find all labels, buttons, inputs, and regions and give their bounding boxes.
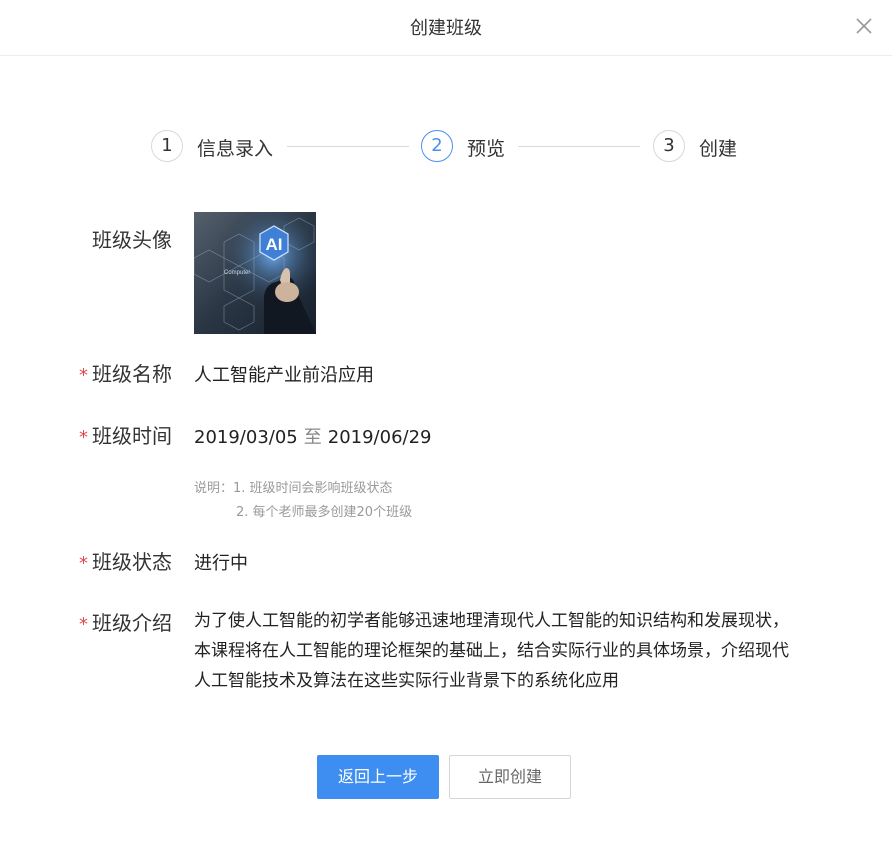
class-intro-text: 为了使人工智能的初学者能够迅速地理清现代人工智能的知识结构和发展现状， 本课程将… <box>194 606 814 696</box>
step-1-number: 1 <box>151 130 183 162</box>
intro-line-1: 为了使人工智能的初学者能够迅速地理清现代人工智能的知识结构和发展现状， <box>194 611 789 631</box>
class-intro-label: * 班级介绍 <box>79 611 172 635</box>
step-connector <box>518 146 640 147</box>
required-mark: * <box>79 614 88 635</box>
avatar-caption-text: Computer <box>224 270 250 276</box>
step-3-number: 3 <box>653 130 685 162</box>
class-time-label: * 班级时间 <box>79 424 172 448</box>
class-avatar-image: AI Computer <box>194 212 316 334</box>
end-date: 2019/06/29 <box>327 427 432 448</box>
step-3-label: 创建 <box>699 138 738 160</box>
intro-line-3: 人工智能技术及算法在这些实际行业背景下的系统化应用 <box>194 671 619 691</box>
required-mark: * <box>79 365 88 386</box>
close-button[interactable] <box>850 12 878 40</box>
time-note-line-2: 2. 每个老师最多创建20个班级 <box>236 505 413 520</box>
class-name-value: 人工智能产业前沿应用 <box>194 365 374 386</box>
step-1-label: 信息录入 <box>197 138 274 160</box>
close-icon <box>856 18 872 34</box>
ai-hand-illustration: AI Computer <box>194 212 316 334</box>
intro-line-2: 本课程将在人工智能的理论框架的基础上，结合实际行业的具体场景，介绍现代 <box>194 641 789 661</box>
class-status-value: 进行中 <box>194 553 248 574</box>
time-note-line-1: 说明：1. 班级时间会影响班级状态 <box>194 481 393 496</box>
required-mark: * <box>79 427 88 448</box>
create-now-button[interactable]: 立即创建 <box>449 755 571 799</box>
step-indicator: 1 信息录入 2 预览 3 创建 <box>0 130 892 164</box>
class-time-value: 2019/03/05 至 2019/06/29 <box>194 423 432 449</box>
start-date: 2019/03/05 <box>194 427 298 448</box>
avatar-ai-text: AI <box>266 235 283 254</box>
step-2-number: 2 <box>421 130 453 162</box>
create-class-dialog: 创建班级 1 信息录入 2 预览 3 创建 班级头像 AI Computer *… <box>0 0 892 842</box>
date-separator: 至 <box>303 427 322 448</box>
avatar-label: 班级头像 <box>92 228 172 252</box>
class-name-label: * 班级名称 <box>79 362 172 386</box>
class-status-label: * 班级状态 <box>79 550 172 574</box>
dialog-header: 创建班级 <box>0 0 892 56</box>
dialog-title: 创建班级 <box>410 18 482 39</box>
step-connector <box>287 146 409 147</box>
back-button[interactable]: 返回上一步 <box>317 755 439 799</box>
required-mark: * <box>79 553 88 574</box>
time-note: 说明：1. 班级时间会影响班级状态 2. 每个老师最多创建20个班级 <box>194 477 412 525</box>
step-2-label: 预览 <box>467 138 506 160</box>
